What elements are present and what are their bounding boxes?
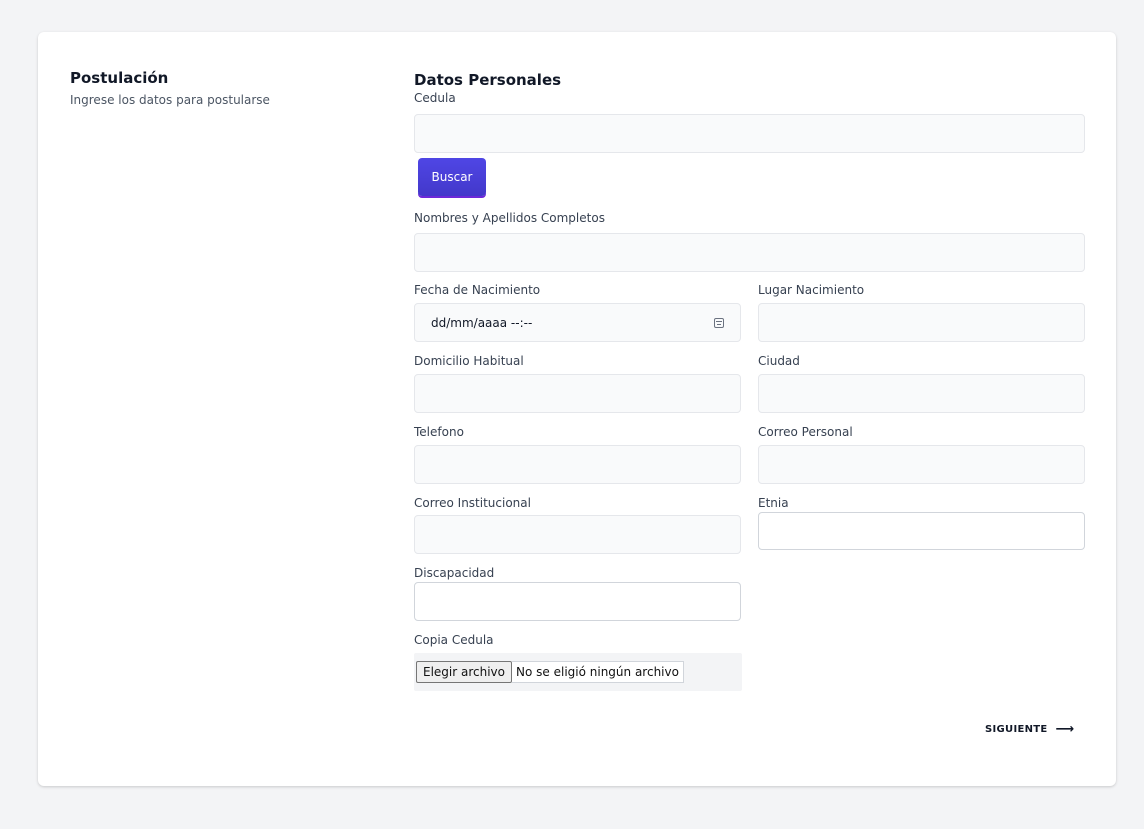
next-button-label: SIGUIENTE [985,723,1048,735]
domicilio-label: Domicilio Habitual [414,354,524,368]
etnia-input[interactable] [758,512,1085,550]
correo-institucional-input[interactable] [414,515,741,554]
copia-cedula-file-input[interactable]: Elegir archivo No se eligió ningún archi… [414,653,742,691]
file-status-text: No se eligió ningún archivo [512,661,684,683]
lugar-nacimiento-label: Lugar Nacimiento [758,283,865,297]
lugar-nacimiento-input[interactable] [758,303,1085,342]
page-subtitle: Ingrese los datos para postularse [70,93,270,107]
search-button[interactable]: Buscar [418,158,486,196]
domicilio-input[interactable] [414,374,741,413]
copia-cedula-label: Copia Cedula [414,633,494,647]
correo-personal-input[interactable] [758,445,1085,484]
nombres-input[interactable] [414,233,1085,272]
ciudad-input[interactable] [758,374,1085,413]
telefono-label: Telefono [414,425,464,439]
nombres-label: Nombres y Apellidos Completos [414,211,605,225]
fecha-nacimiento-label: Fecha de Nacimiento [414,283,541,297]
section-title: Datos Personales [414,71,562,89]
discapacidad-input[interactable] [414,582,741,621]
fecha-nacimiento-placeholder: dd/mm/aaaa --:-- [431,315,533,330]
telefono-input[interactable] [414,445,741,484]
fecha-nacimiento-input[interactable]: dd/mm/aaaa --:-- [414,303,741,342]
page-title: Postulación [70,69,169,87]
arrow-right-icon: ⟶ [1055,721,1075,737]
next-button[interactable]: SIGUIENTE ⟶ [985,720,1074,738]
cedula-label: Cedula [414,91,456,105]
correo-personal-label: Correo Personal [758,425,853,439]
ciudad-label: Ciudad [758,354,800,368]
cedula-input[interactable] [414,114,1085,153]
discapacidad-label: Discapacidad [414,566,495,580]
etnia-label: Etnia [758,496,789,510]
correo-institucional-label: Correo Institucional [414,496,531,510]
choose-file-button[interactable]: Elegir archivo [416,661,513,683]
calendar-icon[interactable] [714,317,724,328]
